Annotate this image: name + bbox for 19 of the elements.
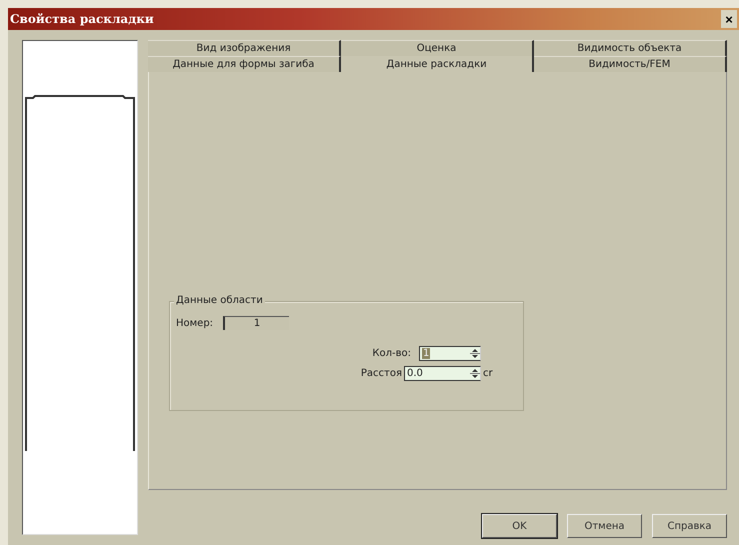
dialog-button[interactable]: Отмена [567, 514, 642, 538]
tab[interactable]: Данные для формы загиба [148, 56, 341, 72]
spin-arrows-icon[interactable] [470, 367, 480, 380]
window-title: Свойства раскладки [10, 12, 154, 26]
number-field: 1 [223, 316, 290, 330]
dialog-button[interactable]: OK [482, 514, 557, 538]
tab[interactable]: Оценка [341, 40, 534, 56]
group-title: Данные области [174, 295, 265, 306]
tab[interactable]: Видимость/FEM [534, 56, 727, 72]
count-label: Кол-во: [372, 348, 411, 359]
unit-label: cr [483, 368, 494, 379]
spin-arrows-icon[interactable] [470, 347, 480, 360]
close-button[interactable]: × [721, 10, 737, 28]
number-label: Номер: [176, 318, 214, 328]
tab[interactable]: Видимость объекта [534, 40, 727, 56]
dialog-button[interactable]: Справка [652, 514, 727, 538]
tab[interactable]: Вид изображения [148, 40, 341, 56]
distance-field[interactable]: 0.0 [404, 366, 481, 381]
distance-label: Расстоя [360, 368, 402, 379]
